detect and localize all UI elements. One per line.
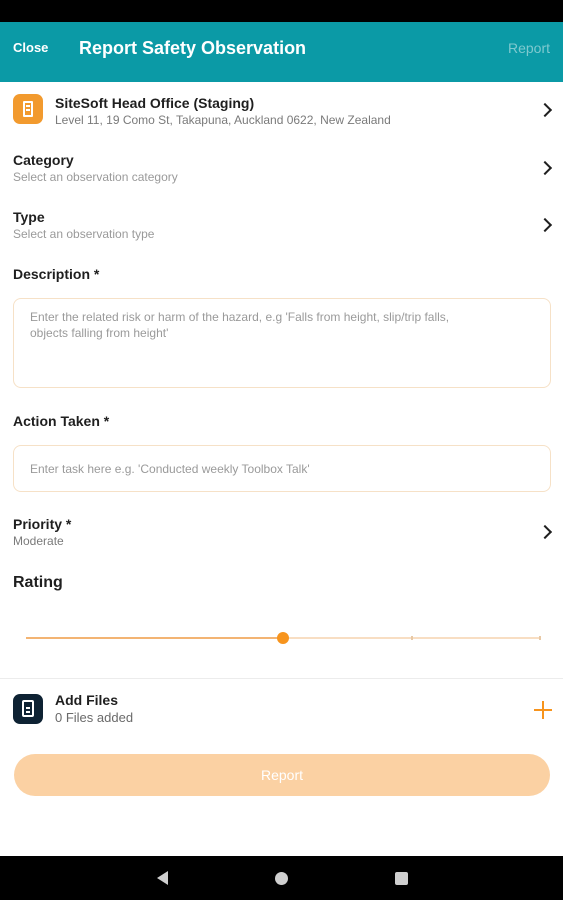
type-placeholder: Select an observation type — [13, 227, 155, 241]
chevron-right-icon — [537, 160, 553, 176]
plus-icon[interactable] — [534, 701, 552, 719]
back-icon[interactable] — [157, 871, 168, 885]
action-taken-section: Action Taken * — [0, 409, 563, 429]
add-files-label: Add Files — [55, 692, 119, 708]
chevron-right-icon — [537, 524, 553, 540]
report-button[interactable]: Report — [14, 754, 550, 796]
divider — [0, 678, 563, 679]
description-input[interactable]: Enter the related risk or harm of the ha… — [13, 298, 551, 388]
type-row[interactable]: Type Select an observation type — [0, 205, 563, 245]
category-placeholder: Select an observation category — [13, 170, 178, 184]
priority-row[interactable]: Priority * Moderate — [0, 512, 563, 552]
report-header-button[interactable]: Report — [508, 40, 550, 56]
type-label: Type — [13, 209, 45, 225]
category-row[interactable]: Category Select an observation category — [0, 148, 563, 188]
slider-thumb[interactable] — [277, 632, 289, 644]
description-label: Description * — [13, 266, 100, 282]
slider-fill — [26, 637, 283, 639]
app-bar: Close Report Safety Observation Report — [0, 22, 563, 82]
rating-slider[interactable] — [26, 632, 541, 644]
file-icon — [13, 694, 43, 724]
action-taken-input[interactable]: Enter task here e.g. 'Conducted weekly T… — [13, 445, 551, 492]
rating-section: Rating — [0, 572, 563, 594]
priority-label: Priority * — [13, 516, 72, 532]
slider-tick — [539, 636, 541, 640]
status-bar — [0, 0, 563, 22]
priority-value: Moderate — [13, 534, 64, 548]
description-placeholder-line2: objects falling from height' — [30, 326, 169, 340]
close-button[interactable]: Close — [13, 40, 48, 55]
slider-tick — [410, 636, 413, 640]
category-label: Category — [13, 152, 74, 168]
files-count: 0 Files added — [55, 710, 134, 725]
recent-apps-icon[interactable] — [395, 872, 408, 885]
chevron-right-icon — [537, 217, 553, 233]
building-icon — [13, 94, 43, 124]
chevron-right-icon — [537, 102, 553, 118]
description-section: Description * — [0, 262, 563, 282]
page-title: Report Safety Observation — [79, 38, 307, 58]
action-taken-placeholder: Enter task here e.g. 'Conducted weekly T… — [30, 462, 310, 476]
rating-label: Rating — [13, 574, 63, 591]
action-taken-label: Action Taken * — [13, 413, 110, 429]
navigation-bar — [0, 856, 563, 900]
description-placeholder-line1: Enter the related risk or harm of the ha… — [30, 310, 450, 324]
site-address: Level 11, 19 Como St, Takapuna, Auckland… — [55, 113, 391, 127]
home-icon[interactable] — [275, 872, 288, 885]
site-name: SiteSoft Head Office (Staging) — [55, 95, 255, 111]
